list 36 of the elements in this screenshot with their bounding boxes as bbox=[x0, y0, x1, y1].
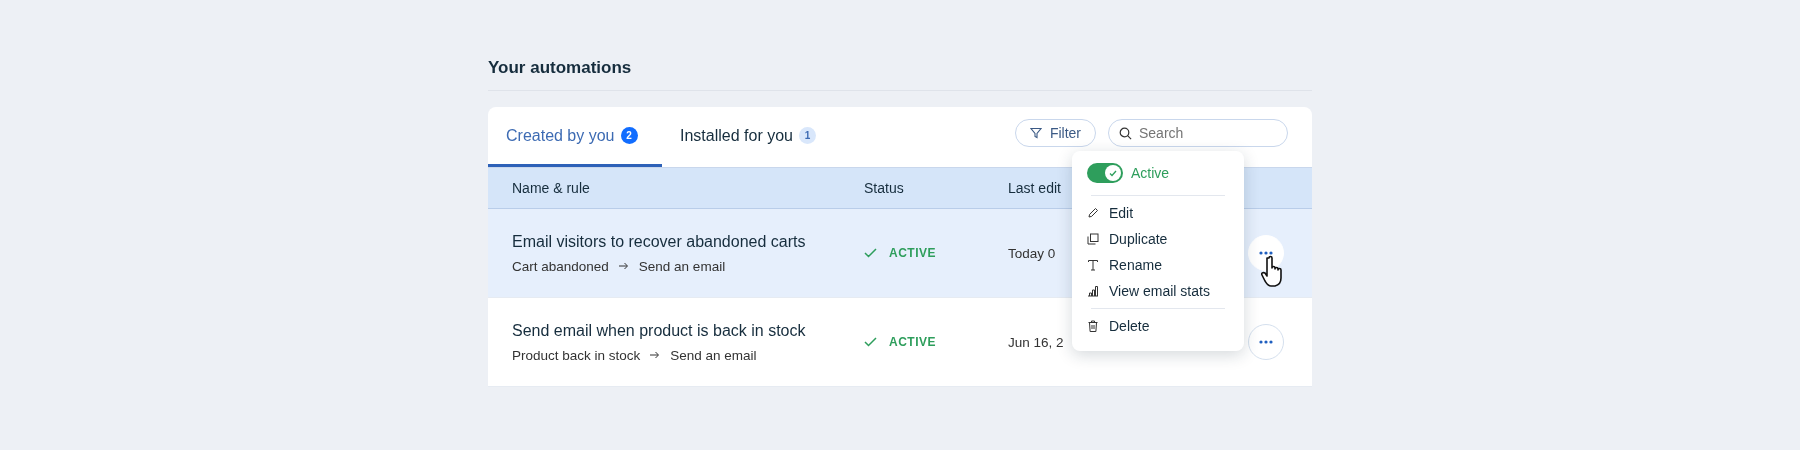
filter-button[interactable]: Filter bbox=[1014, 119, 1096, 147]
date-text: Today 0 bbox=[1008, 245, 1057, 261]
search-field[interactable]: Search bbox=[1108, 119, 1288, 147]
automation-name: Email visitors to recover abandoned carts bbox=[512, 232, 807, 251]
duplicate-icon bbox=[1087, 233, 1099, 245]
toggle-switch[interactable] bbox=[1087, 163, 1123, 183]
trash-icon bbox=[1087, 320, 1099, 332]
automation-name: Send email when product is back in stock bbox=[512, 321, 807, 340]
arrow-icon bbox=[650, 351, 661, 359]
check-icon bbox=[864, 337, 877, 347]
more-icon bbox=[1259, 251, 1273, 255]
bar-chart-icon bbox=[1087, 285, 1099, 297]
text-icon bbox=[1087, 259, 1099, 271]
more-icon bbox=[1259, 340, 1273, 344]
action-text: Send an email bbox=[638, 258, 726, 274]
filter-icon bbox=[1029, 127, 1042, 139]
check-icon bbox=[1109, 169, 1117, 177]
search-icon bbox=[1119, 127, 1132, 140]
date-text: Jun 16, 2 bbox=[1008, 334, 1065, 350]
pencil-icon bbox=[1087, 207, 1099, 219]
menu-item[interactable]: Rename bbox=[1083, 252, 1233, 278]
trigger-text: Product back in stock bbox=[512, 347, 641, 363]
column-header: Last edit bbox=[1008, 180, 1062, 196]
menu-item[interactable]: Delete bbox=[1083, 313, 1233, 339]
tab[interactable]: Installed for you 1 bbox=[662, 107, 834, 167]
column-header: Status bbox=[864, 180, 905, 196]
menu-item[interactable]: Duplicate bbox=[1083, 226, 1233, 252]
status-text: ACTIVE bbox=[889, 246, 936, 260]
check-icon bbox=[864, 248, 877, 258]
status-text: ACTIVE bbox=[889, 335, 936, 349]
column-header: Name & rule bbox=[511, 180, 591, 196]
toggle-label: Active bbox=[1131, 165, 1170, 181]
section-title: Your automations bbox=[488, 58, 1312, 91]
action-text: Send an email bbox=[670, 347, 757, 363]
trigger-text: Cart abandoned bbox=[512, 258, 609, 274]
arrow-icon bbox=[618, 262, 629, 270]
